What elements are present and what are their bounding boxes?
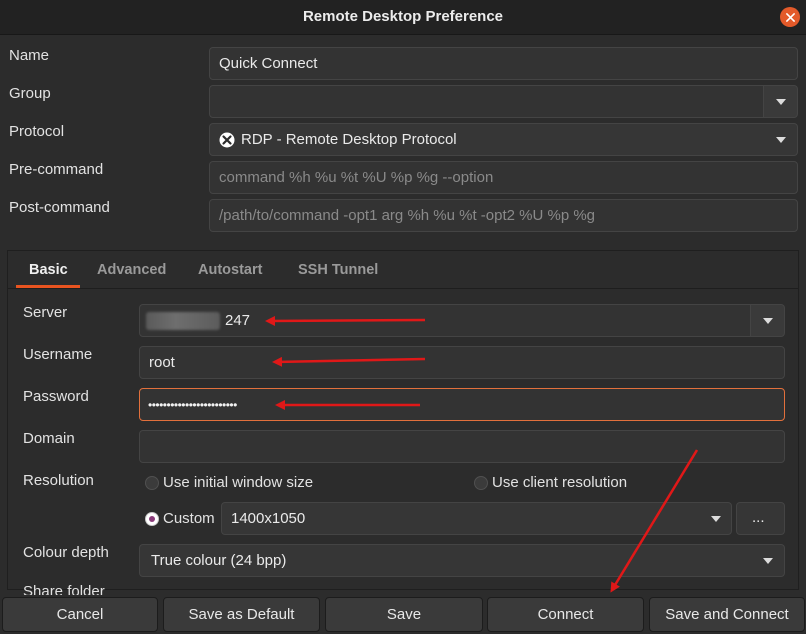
precommand-placeholder: command %h %u %t %U %p %g --option [219,169,494,186]
tab-basic[interactable]: Basic [29,262,68,278]
title-bar: Remote Desktop Preference [0,0,806,35]
domain-field[interactable] [139,430,785,463]
tab-ssh-tunnel[interactable]: SSH Tunnel [298,262,378,278]
radio-initial-label: Use initial window size [163,474,314,491]
active-tab-indicator [16,285,80,288]
group-dropdown-button[interactable] [763,85,798,118]
cancel-button[interactable]: Cancel [2,597,158,632]
custom-resolution-select[interactable]: 1400x1050 [221,502,732,535]
resolution-more-button[interactable]: ... [736,502,785,535]
postcommand-placeholder: /path/to/command -opt1 arg %h %u %t -opt… [219,207,596,224]
connect-button[interactable]: Connect [487,597,644,632]
redacted-server-address [146,312,220,330]
save-and-connect-button[interactable]: Save and Connect [649,597,805,632]
custom-resolution-value: 1400x1050 [231,510,306,527]
protocol-select[interactable]: RDP - Remote Desktop Protocol [209,123,798,156]
precommand-field[interactable]: command %h %u %t %U %p %g --option [209,161,798,194]
precommand-label: Pre-command [9,161,104,178]
protocol-label: Protocol [9,123,65,140]
username-value: root [149,354,175,371]
close-button[interactable] [780,7,800,27]
share-folder-label: Share folder [23,583,105,595]
tab-autostart[interactable]: Autostart [198,262,262,278]
server-label: Server [23,304,68,321]
resolution-label: Resolution [23,472,94,489]
postcommand-label: Post-command [9,199,110,216]
username-label: Username [23,346,93,363]
colour-depth-select[interactable]: True colour (24 bpp) [139,544,785,577]
rdp-protocol-icon [219,132,235,148]
server-dropdown-button[interactable] [750,304,785,337]
domain-label: Domain [23,430,75,447]
radio-custom-label: Custom [163,510,215,527]
radio-client-label: Use client resolution [492,474,628,491]
name-field[interactable]: Quick Connect [209,47,798,80]
tab-advanced[interactable]: Advanced [97,262,166,278]
protocol-value: RDP - Remote Desktop Protocol [241,131,457,148]
radio-initial-window-size[interactable] [145,476,159,490]
group-field[interactable] [209,85,764,118]
share-folder-label-clip: Share folder [23,583,143,595]
radio-client-resolution[interactable] [474,476,488,490]
radio-custom-resolution[interactable] [145,512,159,526]
name-label: Name [9,47,50,64]
username-field[interactable]: root [139,346,785,379]
colour-depth-label: Colour depth [23,544,109,561]
button-bar: Cancel Save as Default Save Connect Save… [0,597,806,634]
name-value: Quick Connect [219,55,318,72]
server-field[interactable]: 247 [139,304,751,337]
save-as-default-button[interactable]: Save as Default [163,597,320,632]
tab-bar: Basic Advanced Autostart SSH Tunnel [8,251,798,289]
group-label: Group [9,85,51,102]
chevron-down-icon [776,99,786,105]
colour-depth-value: True colour (24 bpp) [151,552,287,569]
window-title: Remote Desktop Preference [302,8,504,25]
more-label: ... [752,509,765,526]
save-button[interactable]: Save [325,597,483,632]
chevron-down-icon [763,318,773,324]
password-mask: •••••••••••••••••••••••• [148,398,237,412]
server-value: 247 [225,312,251,329]
close-icon [785,12,795,22]
chevron-down-icon [763,558,773,564]
password-label: Password [23,388,89,405]
chevron-down-icon [711,516,721,522]
chevron-down-icon [776,137,786,143]
postcommand-field[interactable]: /path/to/command -opt1 arg %h %u %t -opt… [209,199,798,232]
